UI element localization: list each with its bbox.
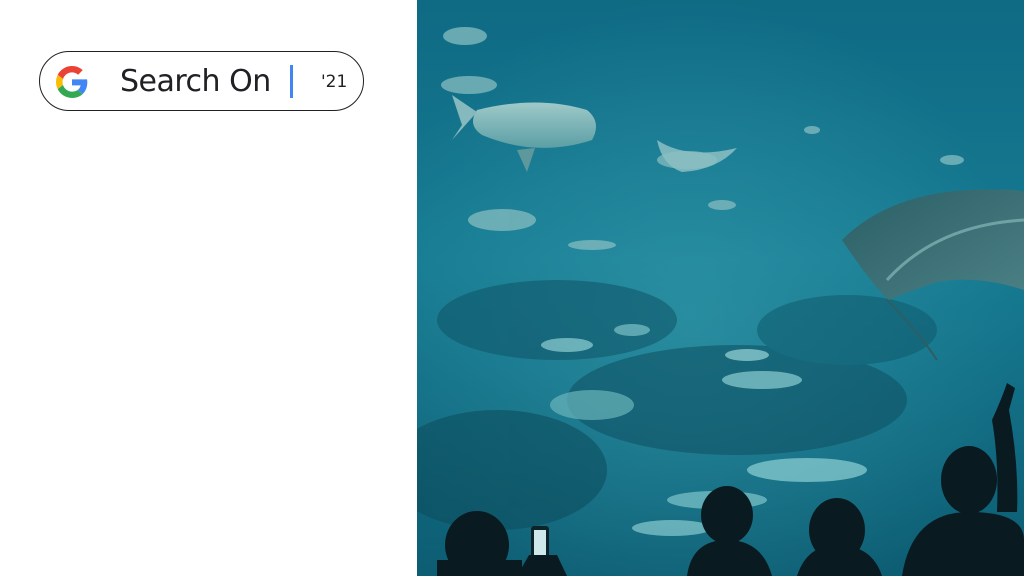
text-cursor	[290, 65, 293, 98]
year-label: '21	[321, 72, 348, 92]
slide: Search On '21	[0, 0, 1024, 576]
brand-title: Search On	[120, 64, 271, 99]
aquarium-photo	[417, 0, 1024, 576]
aquarium-image	[417, 0, 1024, 576]
google-g-icon	[56, 66, 88, 98]
left-panel: Search On '21	[0, 0, 417, 576]
search-on-badge: Search On '21	[39, 51, 364, 111]
